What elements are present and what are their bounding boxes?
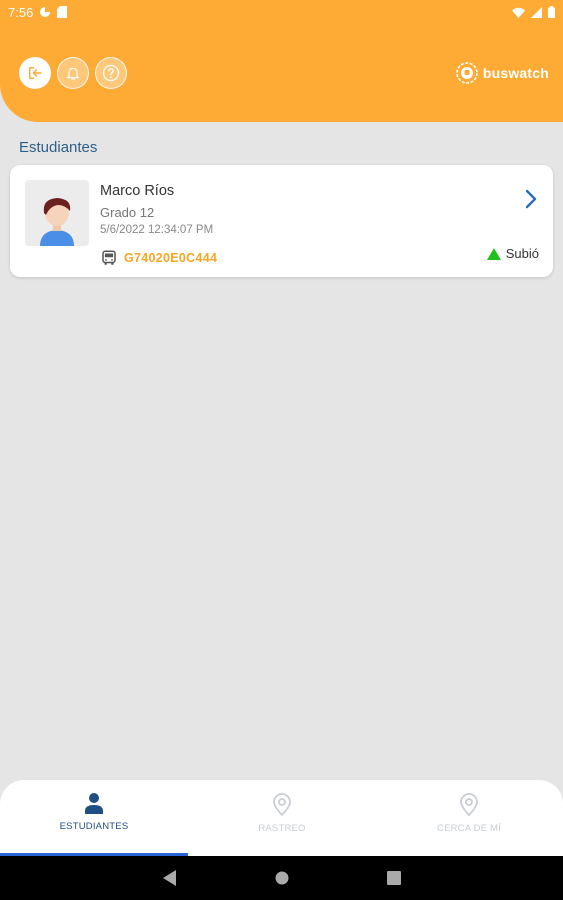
back-triangle-icon (162, 870, 176, 886)
tab-label: ESTUDIANTES (59, 821, 129, 832)
status-time: 7:56 (8, 4, 34, 20)
tab-estudiantes[interactable]: ESTUDIANTES (0, 792, 188, 832)
student-avatar-icon (40, 198, 74, 246)
student-grade: Grado 12 (100, 205, 155, 220)
student-timestamp: 5/6/2022 12:34:07 PM (100, 224, 214, 236)
student-name: Marco Ríos (100, 183, 175, 199)
section-title: Estudiantes (19, 139, 98, 156)
logo-text: buswatch (482, 65, 549, 81)
avatar (25, 180, 89, 246)
tab-cerca-de-mi[interactable]: CERCA DE MÍ (375, 792, 563, 834)
tab-label: RASTREO (258, 823, 306, 834)
recents-square-icon (386, 871, 401, 885)
logout-button[interactable] (19, 57, 51, 89)
person-icon (85, 793, 103, 814)
status-badge: Subió (486, 246, 539, 261)
bus-info: G74020E0C444 (100, 249, 217, 267)
help-button[interactable] (95, 57, 127, 89)
buswatch-logo: buswatch (455, 61, 549, 85)
logo-mark-icon (456, 62, 478, 84)
location-pin-icon (273, 793, 291, 816)
bottom-nav: ESTUDIANTES RASTREO CERCA DE MÍ (0, 780, 563, 856)
wifi-icon (512, 7, 525, 18)
system-nav-bar (0, 856, 563, 900)
status-text: Subió (505, 246, 539, 261)
help-icon (102, 64, 120, 82)
location-pin-icon (460, 793, 478, 816)
sd-card-icon (57, 6, 68, 18)
tab-label: CERCA DE MÍ (437, 823, 501, 834)
triangle-up-icon (486, 247, 501, 260)
logout-icon (29, 67, 42, 79)
home-button[interactable] (275, 871, 289, 885)
status-bar: 7:56 (0, 0, 563, 24)
data-saver-icon (39, 6, 51, 18)
tab-rastreo[interactable]: RASTREO (188, 792, 376, 834)
signal-icon (531, 6, 542, 18)
student-card[interactable]: Marco Ríos Grado 12 5/6/2022 12:34:07 PM… (10, 165, 553, 277)
chevron-right-icon (525, 189, 537, 209)
back-button[interactable] (162, 870, 177, 886)
student-detail-chevron[interactable] (525, 189, 537, 214)
bus-icon (102, 250, 116, 265)
battery-icon (548, 6, 555, 18)
recents-button[interactable] (386, 871, 401, 885)
bell-icon (67, 67, 79, 80)
header-actions (19, 57, 127, 89)
home-circle-icon (275, 871, 288, 885)
bus-id: G74020E0C444 (124, 251, 218, 265)
notifications-button[interactable] (57, 57, 89, 89)
